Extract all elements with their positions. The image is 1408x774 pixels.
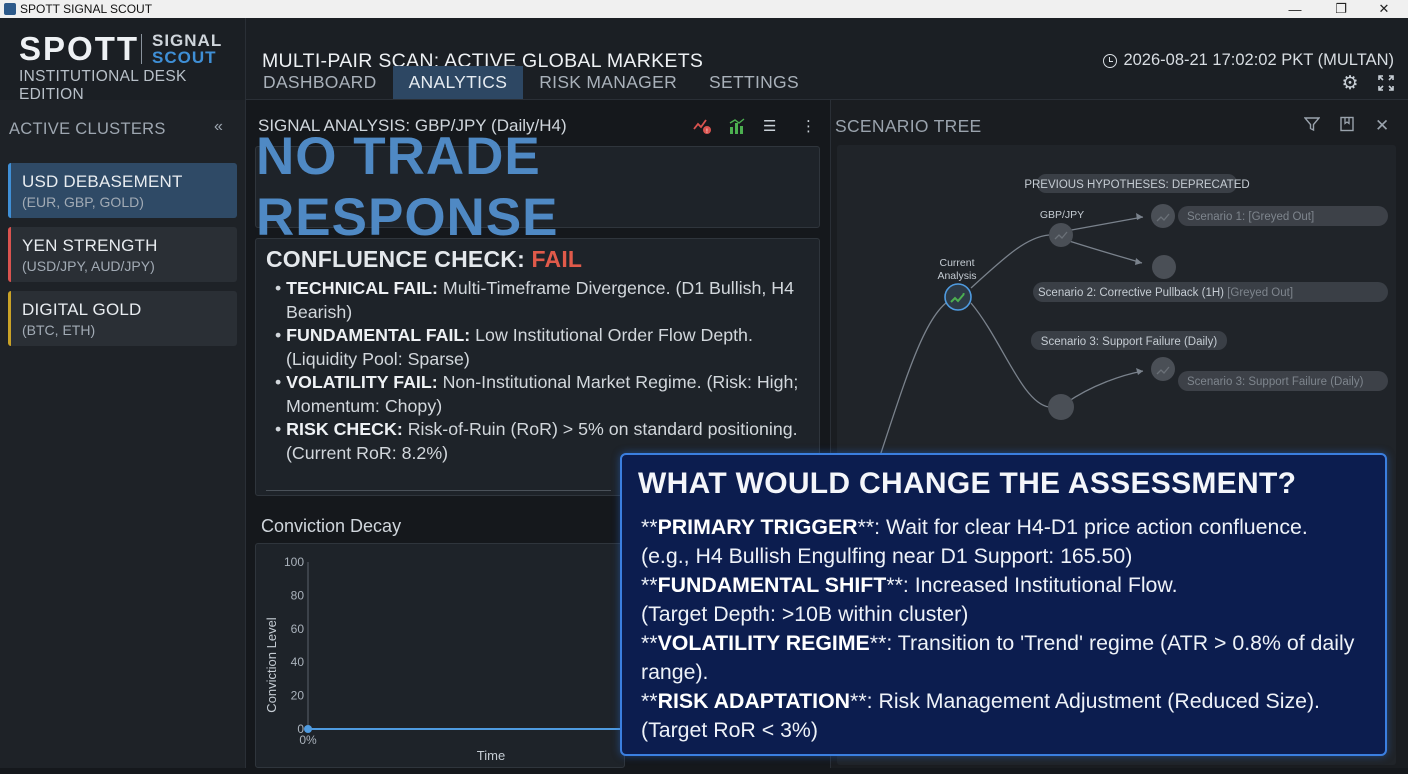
trigger-line: **RISK ADAPTATION**: Risk Management Adj… (641, 689, 1320, 713)
current-label-1: Current (939, 257, 974, 269)
divider (266, 490, 611, 491)
cluster-usd-debasement[interactable]: USD DEBASEMENT (EUR, GBP, GOLD) (8, 163, 237, 218)
x-tick-label: 0% (299, 733, 317, 747)
clock-text: 2026-08-21 17:02:02 PKT (MULTAN) (1123, 51, 1394, 69)
no-trade-headline: NO TRADE RESPONSE (256, 127, 559, 247)
cluster-digital-gold[interactable]: DIGITAL GOLD (BTC, ETH) (8, 291, 237, 346)
bookmark-icon[interactable] (1339, 116, 1355, 137)
brand-logo: SPOTT SIGNAL SCOUT INSTITUTIONAL DESK ED… (0, 18, 246, 103)
y-tick-label: 60 (291, 622, 305, 636)
y-tick-label: 40 (291, 655, 305, 669)
trigger-line: **FUNDAMENTAL SHIFT**: Increased Institu… (641, 573, 1178, 597)
tab-analytics[interactable]: ANALYTICS (392, 66, 524, 99)
brand-signal-scout: SIGNAL SCOUT (152, 32, 222, 66)
tree-edge (876, 296, 958, 466)
item-head: RISK CHECK: (286, 419, 403, 439)
item-head: TECHNICAL FAIL: (286, 278, 438, 298)
gear-icon[interactable]: ⚙ (1340, 73, 1360, 94)
collapse-icon[interactable]: « (214, 118, 223, 136)
filter-icon[interactable] (1303, 116, 1321, 137)
tree-edge (970, 302, 1050, 408)
tree-edge (1065, 239, 1143, 264)
y-tick-label: 100 (284, 555, 304, 569)
trigger-detail: (e.g., H4 Bullish Engulfing near D1 Supp… (641, 544, 1133, 568)
tab-dashboard[interactable]: DASHBOARD (247, 66, 393, 99)
item-head: FUNDAMENTAL FAIL: (286, 325, 471, 345)
trigger-line: **VOLATILITY REGIME**: Transition to 'Tr… (641, 631, 1355, 684)
scenario3-label: Scenario 3: Support Failure (Daily) (1187, 376, 1364, 388)
assessment-change-dialog: WHAT WOULD CHANGE THE ASSESSMENT? **PRIM… (620, 453, 1387, 756)
data-point (304, 725, 312, 733)
conviction-chart: 020406080100TimeConviction Level0% (264, 555, 624, 763)
tab-risk-manager[interactable]: RISK MANAGER (523, 66, 693, 99)
sidebar-title: ACTIVE CLUSTERS (9, 120, 166, 138)
y-axis-label: Conviction Level (264, 617, 279, 712)
cluster-color-bar (8, 227, 11, 282)
close-icon[interactable]: ✕ (1375, 116, 1389, 136)
cluster-sub: (BTC, ETH) (22, 322, 96, 338)
brand-signal: SIGNAL (152, 31, 223, 50)
cluster-name: USD DEBASEMENT (22, 172, 183, 191)
dialog-title: WHAT WOULD CHANGE THE ASSESSMENT? (638, 467, 1297, 500)
cluster-color-bar (8, 163, 11, 218)
scenario2-label: Scenario 2: Corrective Pullback (1H) [Gr… (1038, 287, 1293, 299)
cluster-name: YEN STRENGTH (22, 236, 158, 255)
cluster-sub: (USD/JPY, AUD/JPY) (22, 258, 155, 274)
confluence-list: • TECHNICAL FAIL: Multi-Timeframe Diverg… (275, 277, 815, 465)
y-tick-label: 20 (291, 689, 305, 703)
dialog-body: **PRIMARY TRIGGER**: Wait for clear H4-D… (641, 513, 1376, 745)
confluence-heading: CONFLUENCE CHECK: FAIL (266, 246, 582, 273)
prev-hypotheses-label: PREVIOUS HYPOTHESES: DEPRECATED (1024, 179, 1249, 191)
scenario-tree-title: SCENARIO TREE (835, 116, 982, 136)
close-window-button[interactable]: ✕ (1361, 0, 1407, 18)
fullscreen-icon[interactable] (1376, 73, 1396, 93)
main-nav: DASHBOARD ANALYTICS RISK MANAGER SETTING… (247, 66, 815, 99)
cluster-sub: (EUR, GBP, GOLD) (22, 194, 144, 210)
pair-label: GBP/JPY (1040, 209, 1084, 221)
pair-node (1049, 223, 1073, 247)
app-icon (4, 3, 16, 15)
confluence-item: • VOLATILITY FAIL: Non-Institutional Mar… (275, 372, 799, 416)
item-head: VOLATILITY FAIL: (286, 372, 438, 392)
cluster-color-bar (8, 291, 11, 346)
tree-edge (970, 234, 1050, 289)
current-label-2: Analysis (937, 270, 976, 282)
scenario2-node (1152, 255, 1176, 279)
x-axis-label: Time (477, 748, 505, 763)
window-title: SPOTT SIGNAL SCOUT (20, 2, 153, 16)
current-analysis-node (944, 283, 972, 311)
cluster-yen-strength[interactable]: YEN STRENGTH (USD/JPY, AUD/JPY) (8, 227, 237, 282)
tab-settings[interactable]: SETTINGS (693, 66, 815, 99)
brand-name: SPOTT (19, 30, 140, 67)
no-trade-banner: NO TRADE RESPONSE (255, 127, 820, 247)
trigger-line: **PRIMARY TRIGGER**: Wait for clear H4-D… (641, 515, 1308, 539)
clock-icon (1103, 53, 1118, 68)
scenario1-label: Scenario 1: [Greyed Out] (1187, 211, 1314, 223)
window-titlebar: SPOTT SIGNAL SCOUT — ❐ ✕ (0, 0, 1408, 18)
confluence-item: • FUNDAMENTAL FAIL: Low Institutional Or… (275, 325, 753, 369)
scenario3-label-top: Scenario 3: Support Failure (Daily) (1041, 336, 1218, 348)
trigger-detail: (Target RoR < 3%) (641, 718, 818, 742)
clock: 2026-08-21 17:02:02 PKT (MULTAN) (1103, 51, 1394, 70)
confluence-label: CONFLUENCE CHECK: (266, 246, 525, 272)
brand-divider (141, 34, 142, 64)
scenario1-node (1151, 204, 1175, 228)
confluence-item: • TECHNICAL FAIL: Multi-Timeframe Diverg… (275, 278, 795, 322)
cluster-name: DIGITAL GOLD (22, 300, 142, 319)
tree-edge (1065, 370, 1144, 404)
y-tick-label: 80 (291, 588, 305, 602)
conviction-decay-title: Conviction Decay (261, 516, 402, 536)
scenario3-node (1048, 394, 1074, 420)
minimize-button[interactable]: — (1272, 0, 1318, 18)
conviction-chart-panel: 0 20 40 60 80 100 Time Conviction Level 0% (255, 543, 625, 768)
sidebar: ACTIVE CLUSTERS « USD DEBASEMENT (EUR, G… (0, 100, 246, 768)
brand-edition: INSTITUTIONAL DESK EDITION (19, 68, 187, 103)
restore-button[interactable]: ❐ (1318, 0, 1364, 18)
trigger-detail: (Target Depth: >10B within cluster) (641, 602, 969, 626)
confluence-status: FAIL (531, 246, 583, 272)
scenario3-end-node (1151, 357, 1175, 381)
brand-scout: SCOUT (152, 48, 217, 67)
